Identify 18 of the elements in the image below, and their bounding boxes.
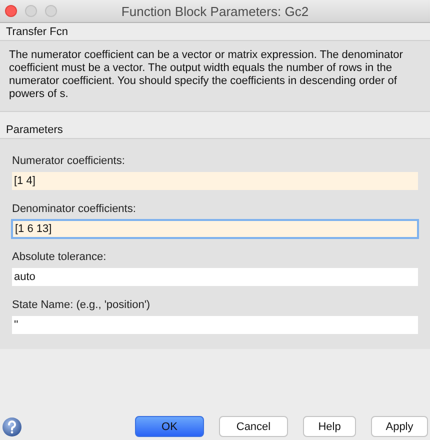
field-label: Denominator coefficients:	[12, 203, 137, 215]
block-type-heading: Transfer Fcn	[5, 25, 69, 40]
close-button[interactable]	[5, 5, 17, 17]
field-label: Numerator coefficients:	[12, 155, 126, 167]
input-field[interactable]: [1 6 13]	[11, 219, 419, 239]
dialog-button[interactable]: Cancel	[219, 416, 288, 437]
input-field[interactable]: [1 4]	[11, 171, 419, 191]
help-icon[interactable]	[2, 417, 22, 437]
field-label: State Name: (e.g., 'position')	[12, 299, 152, 311]
input-field[interactable]: auto	[11, 267, 419, 287]
dialog-button[interactable]: OK	[135, 416, 204, 437]
window-title: Function Block Parameters: Gc2	[121, 4, 309, 18]
dialog-button[interactable]: Help	[303, 416, 356, 437]
description-text: The numerator coefficient can be a vector or matrix expression. The denominator coefficient must be a vector. The output width equals the number of rows in the numerator coefficient. You should specify the coefficients in descending order of powers of s.	[9, 49, 404, 101]
field-label: Absolute tolerance:	[12, 251, 108, 263]
parameters-heading: Parameters	[5, 123, 64, 138]
dialog-button[interactable]: Apply	[371, 416, 428, 437]
input-field[interactable]: ''	[11, 315, 419, 335]
